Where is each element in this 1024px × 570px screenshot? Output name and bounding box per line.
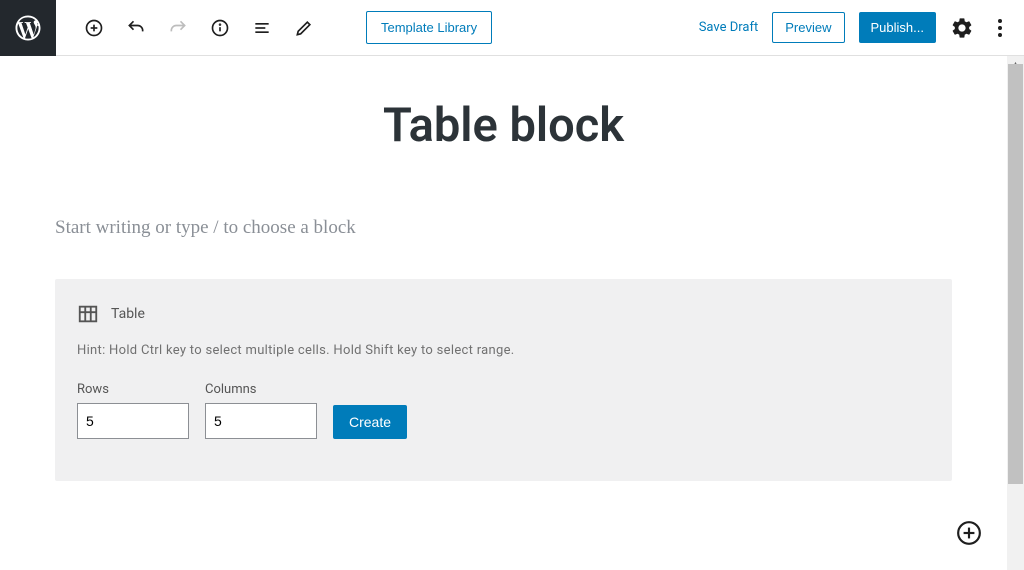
rows-input[interactable] — [77, 403, 189, 439]
toolbar-right-group: Save Draft Preview Publish... — [699, 12, 1012, 43]
columns-input[interactable] — [205, 403, 317, 439]
top-toolbar: Template Library Save Draft Preview Publ… — [0, 0, 1024, 56]
save-draft-button[interactable]: Save Draft — [699, 20, 759, 35]
toolbar-left-group: Template Library — [56, 11, 492, 44]
table-block: Table Hint: Hold Ctrl key to select mult… — [55, 279, 952, 481]
wordpress-icon — [13, 13, 43, 43]
editor-canvas: Table block Start writing or type / to c… — [0, 56, 1024, 570]
table-block-hint: Hint: Hold Ctrl key to select multiple c… — [77, 343, 930, 358]
undo-icon — [126, 18, 146, 38]
pencil-icon — [294, 18, 314, 38]
columns-group: Columns — [205, 382, 317, 439]
edit-button[interactable] — [294, 18, 314, 38]
add-block-button[interactable] — [84, 18, 104, 38]
add-block-inserter[interactable] — [956, 520, 982, 546]
undo-button[interactable] — [126, 18, 146, 38]
settings-button[interactable] — [950, 16, 974, 40]
preview-button[interactable]: Preview — [772, 12, 844, 43]
redo-button[interactable] — [168, 18, 188, 38]
editor-content: Table block Start writing or type / to c… — [0, 56, 1007, 481]
table-block-title: Table — [111, 306, 145, 322]
info-circle-icon — [210, 18, 230, 38]
table-block-form: Rows Columns Create — [77, 382, 930, 439]
rows-group: Rows — [77, 382, 189, 439]
plus-circle-icon — [84, 18, 104, 38]
redo-icon — [168, 18, 188, 38]
block-placeholder-prompt[interactable]: Start writing or type / to choose a bloc… — [55, 217, 952, 239]
wordpress-logo[interactable] — [0, 0, 56, 56]
template-library-button[interactable]: Template Library — [366, 11, 492, 44]
more-options-button[interactable] — [988, 16, 1012, 40]
table-icon — [77, 303, 99, 325]
table-block-header: Table — [77, 303, 930, 325]
gear-icon — [950, 16, 974, 40]
scrollbar-thumb[interactable] — [1008, 64, 1023, 484]
create-button[interactable]: Create — [333, 405, 407, 439]
plus-circle-icon — [956, 520, 982, 546]
info-button[interactable] — [210, 18, 230, 38]
rows-label: Rows — [77, 382, 189, 397]
outline-button[interactable] — [252, 18, 272, 38]
list-icon — [252, 18, 272, 38]
page-title[interactable]: Table block — [55, 98, 952, 153]
publish-button[interactable]: Publish... — [859, 12, 936, 43]
vertical-scrollbar[interactable]: ▴ — [1007, 56, 1024, 570]
columns-label: Columns — [205, 382, 317, 397]
more-vertical-icon — [988, 16, 1012, 40]
